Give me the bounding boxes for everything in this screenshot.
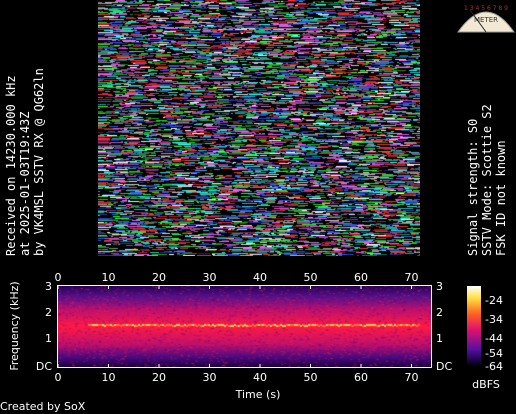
colorbar-tick: -64	[485, 360, 503, 373]
y-ticks-left: 3 2 1 DC	[36, 280, 52, 373]
y-tick-right: 2	[436, 306, 443, 319]
y-tick-right: 1	[436, 332, 443, 345]
colorbar-tick: -34	[485, 313, 503, 326]
plot-frame	[57, 285, 432, 368]
fsk-id: FSK ID not known	[494, 140, 508, 256]
x-tick-bottom: 30	[203, 371, 217, 384]
x-tick-top: 70	[405, 271, 419, 284]
x-tick-top: 20	[152, 271, 166, 284]
y-tick-left: 3	[45, 280, 52, 293]
s-meter-icon: 1 3 4 5 6 7 8 9 METER	[457, 5, 515, 33]
sstv-mode: SSTV Mode: Scottie S2	[480, 104, 494, 256]
reception-station: by VK4MSL SSTV RX @ QG62ln	[32, 68, 46, 256]
x-tick-top: 40	[253, 271, 267, 284]
x-tick-top: 10	[102, 271, 116, 284]
colorbar	[467, 286, 481, 366]
reception-caption: Received on 14230.000 kHz at 2025-01-03T…	[4, 68, 46, 256]
x-tick-bottom: 20	[152, 371, 166, 384]
x-tick-bottom: 50	[304, 371, 318, 384]
reception-frequency: Received on 14230.000 kHz	[4, 75, 18, 256]
x-axis-label: Time (s)	[235, 388, 281, 401]
x-tick-top: 0	[55, 271, 62, 284]
colorbar-tick: -54	[485, 347, 503, 360]
y-tick-left: DC	[36, 360, 52, 373]
y-tick-right: DC	[436, 360, 452, 373]
colorbar-tick: -24	[485, 294, 503, 307]
y-tick-right: 3	[436, 280, 443, 293]
spectrogram-axes: 0 10 20 30 40 50 60 70 0 10 20 30 40 50 60 70 3 2 1 DC 3 2…	[8, 271, 503, 401]
signal-strength: Signal strength: S0	[466, 118, 480, 256]
colorbar-unit: dBFS	[472, 378, 500, 391]
signal-caption: Signal strength: S0 SSTV Mode: Scottie S…	[466, 104, 508, 256]
credit-text: Created by SoX	[0, 400, 86, 413]
y-axis-label: Frequency (kHz)	[8, 281, 21, 370]
x-tick-top: 30	[203, 271, 217, 284]
colorbar-tick: -44	[485, 332, 503, 345]
x-tick-bottom: 0	[55, 371, 62, 384]
x-tick-bottom: 70	[405, 371, 419, 384]
x-tick-top: 50	[304, 271, 318, 284]
y-tick-left: 2	[45, 306, 52, 319]
y-tick-left: 1	[45, 332, 52, 345]
x-tick-top: 60	[354, 271, 368, 284]
y-ticks-right: 3 2 1 DC	[436, 280, 452, 373]
x-tick-bottom: 60	[354, 371, 368, 384]
reception-time: at 2025-01-03T19:43Z	[18, 111, 32, 257]
sstv-decoded-image	[98, 0, 420, 256]
colorbar-ticks: -24 -34 -44 -54-64	[485, 294, 503, 373]
x-ticks-top: 0 10 20 30 40 50 60 70	[55, 271, 419, 289]
x-tick-bottom: 40	[253, 371, 267, 384]
x-tick-bottom: 10	[102, 371, 116, 384]
